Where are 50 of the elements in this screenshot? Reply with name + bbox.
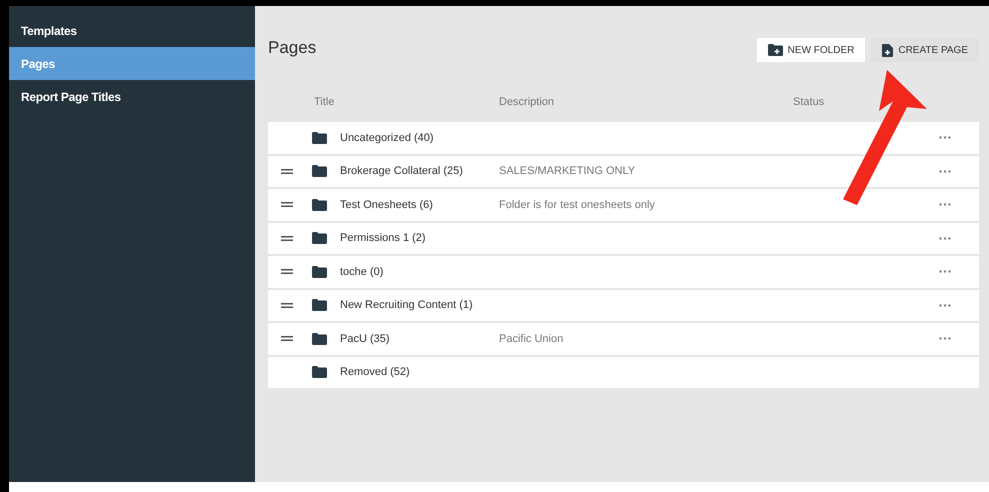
drag-handle-icon[interactable] — [281, 336, 293, 342]
folder-icon — [312, 165, 327, 178]
column-header: Description — [499, 96, 556, 108]
folder-icon — [312, 198, 327, 211]
sidebar-item[interactable]: Report Page Titles — [9, 80, 255, 113]
folder-description: SALES/MARKETING ONLY — [499, 165, 636, 178]
drag-handle-icon[interactable] — [281, 302, 293, 308]
table-row[interactable]: PacU (35) Pacific Union — [268, 323, 979, 354]
folder-title: Uncategorized (40) — [340, 132, 435, 144]
column-header: Status — [793, 96, 826, 108]
column-header: Title — [314, 96, 336, 108]
drag-handle-icon[interactable] — [281, 269, 293, 274]
more-icon[interactable] — [939, 236, 951, 240]
folder-title: Removed (52) — [340, 366, 411, 378]
more-icon[interactable] — [939, 136, 951, 140]
drag-handle-icon[interactable] — [281, 202, 293, 208]
table-row[interactable]: Brokerage Collateral (25) SALES/MARKETING ONLY — [268, 156, 979, 187]
new-folder-button[interactable]: NEW FOLDER — [756, 38, 866, 62]
folder-title: toche (0) — [340, 266, 384, 278]
drag-handle-icon[interactable] — [281, 236, 293, 241]
table-row[interactable]: toche (0) — [268, 256, 979, 288]
more-icon[interactable] — [939, 203, 951, 206]
folder-description: Pacific Union — [499, 332, 564, 345]
table-row[interactable]: New Recruiting Content (1) — [268, 290, 979, 321]
folder-icon — [312, 266, 327, 278]
folder-icon — [312, 132, 327, 144]
table-row[interactable]: Removed (52) — [268, 356, 979, 388]
folder-icon — [312, 232, 327, 244]
folder-title: Test Onesheets (6) — [340, 198, 434, 211]
more-icon[interactable] — [939, 270, 951, 274]
file-plus-icon — [882, 44, 894, 56]
folder-plus-icon — [768, 44, 783, 56]
table-row[interactable]: Test Onesheets (6) Folder is for test onesheets only — [268, 189, 979, 220]
folder-title: New Recruiting Content (1) — [340, 299, 474, 312]
folder-icon — [312, 299, 327, 312]
drag-handle-icon[interactable] — [281, 168, 293, 174]
table-row[interactable]: Uncategorized (40) — [268, 122, 979, 154]
folder-icon — [312, 366, 327, 378]
page-title: Pages — [268, 38, 316, 58]
folder-title: Permissions 1 (2) — [340, 232, 427, 244]
folder-icon — [312, 332, 327, 345]
more-icon[interactable] — [939, 337, 951, 340]
create-page-button[interactable]: CREATE PAGE — [871, 38, 979, 62]
table-row[interactable]: Permissions 1 (2) — [268, 222, 979, 254]
folder-title: Brokerage Collateral (25) — [340, 165, 464, 178]
folder-description: Folder is for test onesheets only — [499, 198, 656, 211]
sidebar-item[interactable]: Templates — [9, 14, 255, 47]
more-icon[interactable] — [939, 304, 951, 307]
more-icon[interactable] — [939, 170, 951, 173]
folder-title: PacU (35) — [340, 332, 391, 345]
